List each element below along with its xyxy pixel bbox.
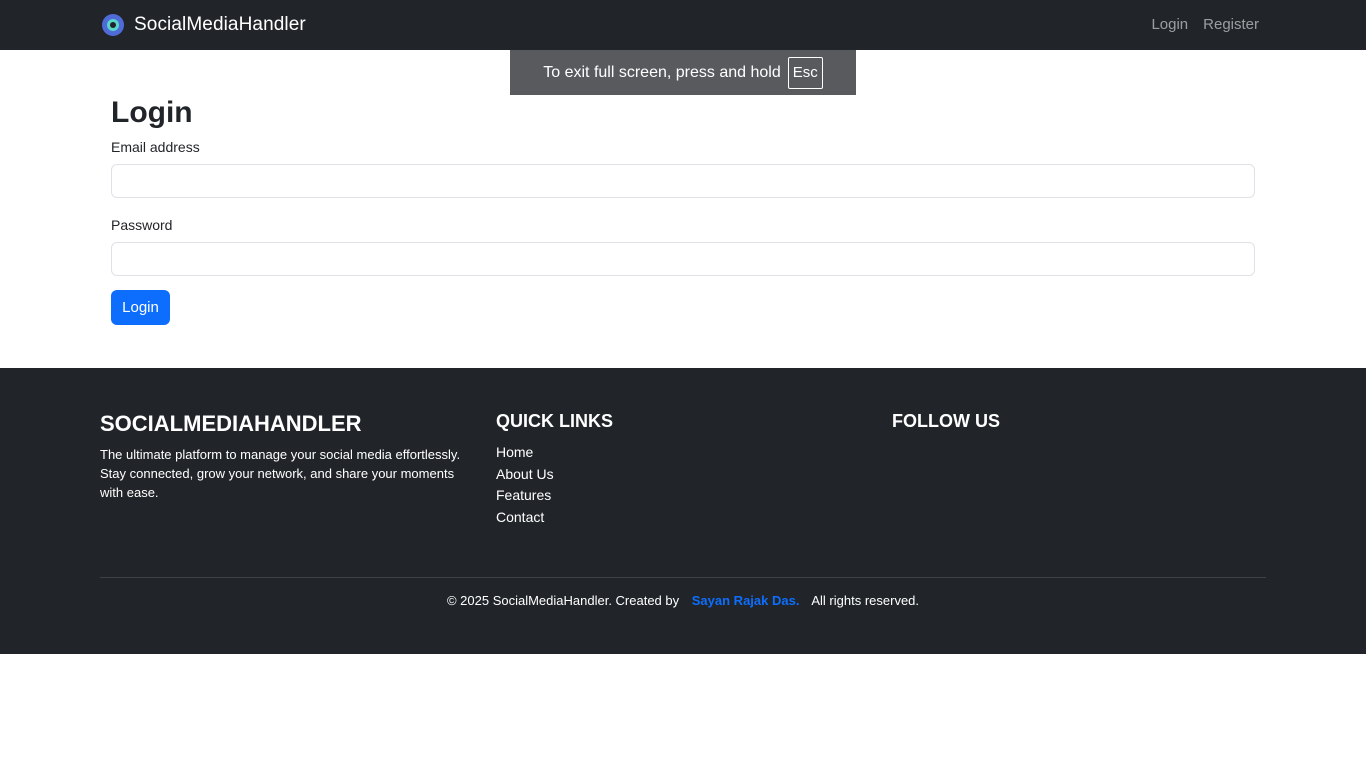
brand-link[interactable]: SocialMediaHandler <box>102 13 306 37</box>
email-input[interactable] <box>111 164 1255 198</box>
follow-us-title: FOLLOW US <box>892 411 1000 431</box>
nav-links: Login Register <box>1151 16 1259 33</box>
footer-link-features[interactable]: Features <box>496 485 554 507</box>
quick-links-title: QUICK LINKS <box>496 411 613 431</box>
quick-links-list: Home About Us Features Contact <box>496 442 554 529</box>
page-title: Login <box>111 96 193 129</box>
nav-register-link[interactable]: Register <box>1203 16 1259 33</box>
password-input[interactable] <box>111 242 1255 276</box>
copyright-suffix: All rights reserved. <box>811 593 920 608</box>
footer-link-contact[interactable]: Contact <box>496 507 554 529</box>
fullscreen-exit-notice: To exit full screen, press and hold Esc <box>510 50 856 95</box>
footer-link-home[interactable]: Home <box>496 442 554 464</box>
copyright-text: © 2025 SocialMediaHandler. Created by Sa… <box>0 593 1366 608</box>
password-label: Password <box>111 217 173 233</box>
esc-key-badge: Esc <box>787 56 823 89</box>
nav-login-link[interactable]: Login <box>1151 16 1188 33</box>
footer-description: The ultimate platform to manage your soc… <box>100 447 461 500</box>
author-link[interactable]: Sayan Rajak Das. <box>692 593 800 608</box>
login-submit-button[interactable]: Login <box>111 290 170 325</box>
email-label: Email address <box>111 139 200 155</box>
footer-brand-title: SOCIALMEDIAHANDLER <box>100 411 362 436</box>
app-logo-icon <box>102 14 124 36</box>
site-footer: SOCIALMEDIAHANDLER The ultimate platform… <box>0 368 1366 654</box>
fullscreen-notice-text: To exit full screen, press and hold <box>543 63 781 81</box>
top-navbar: SocialMediaHandler Login Register <box>0 0 1366 50</box>
footer-link-about[interactable]: About Us <box>496 464 554 486</box>
brand-name: SocialMediaHandler <box>134 14 306 35</box>
footer-divider <box>100 577 1266 578</box>
copyright-prefix: © 2025 SocialMediaHandler. Created by <box>446 593 680 608</box>
